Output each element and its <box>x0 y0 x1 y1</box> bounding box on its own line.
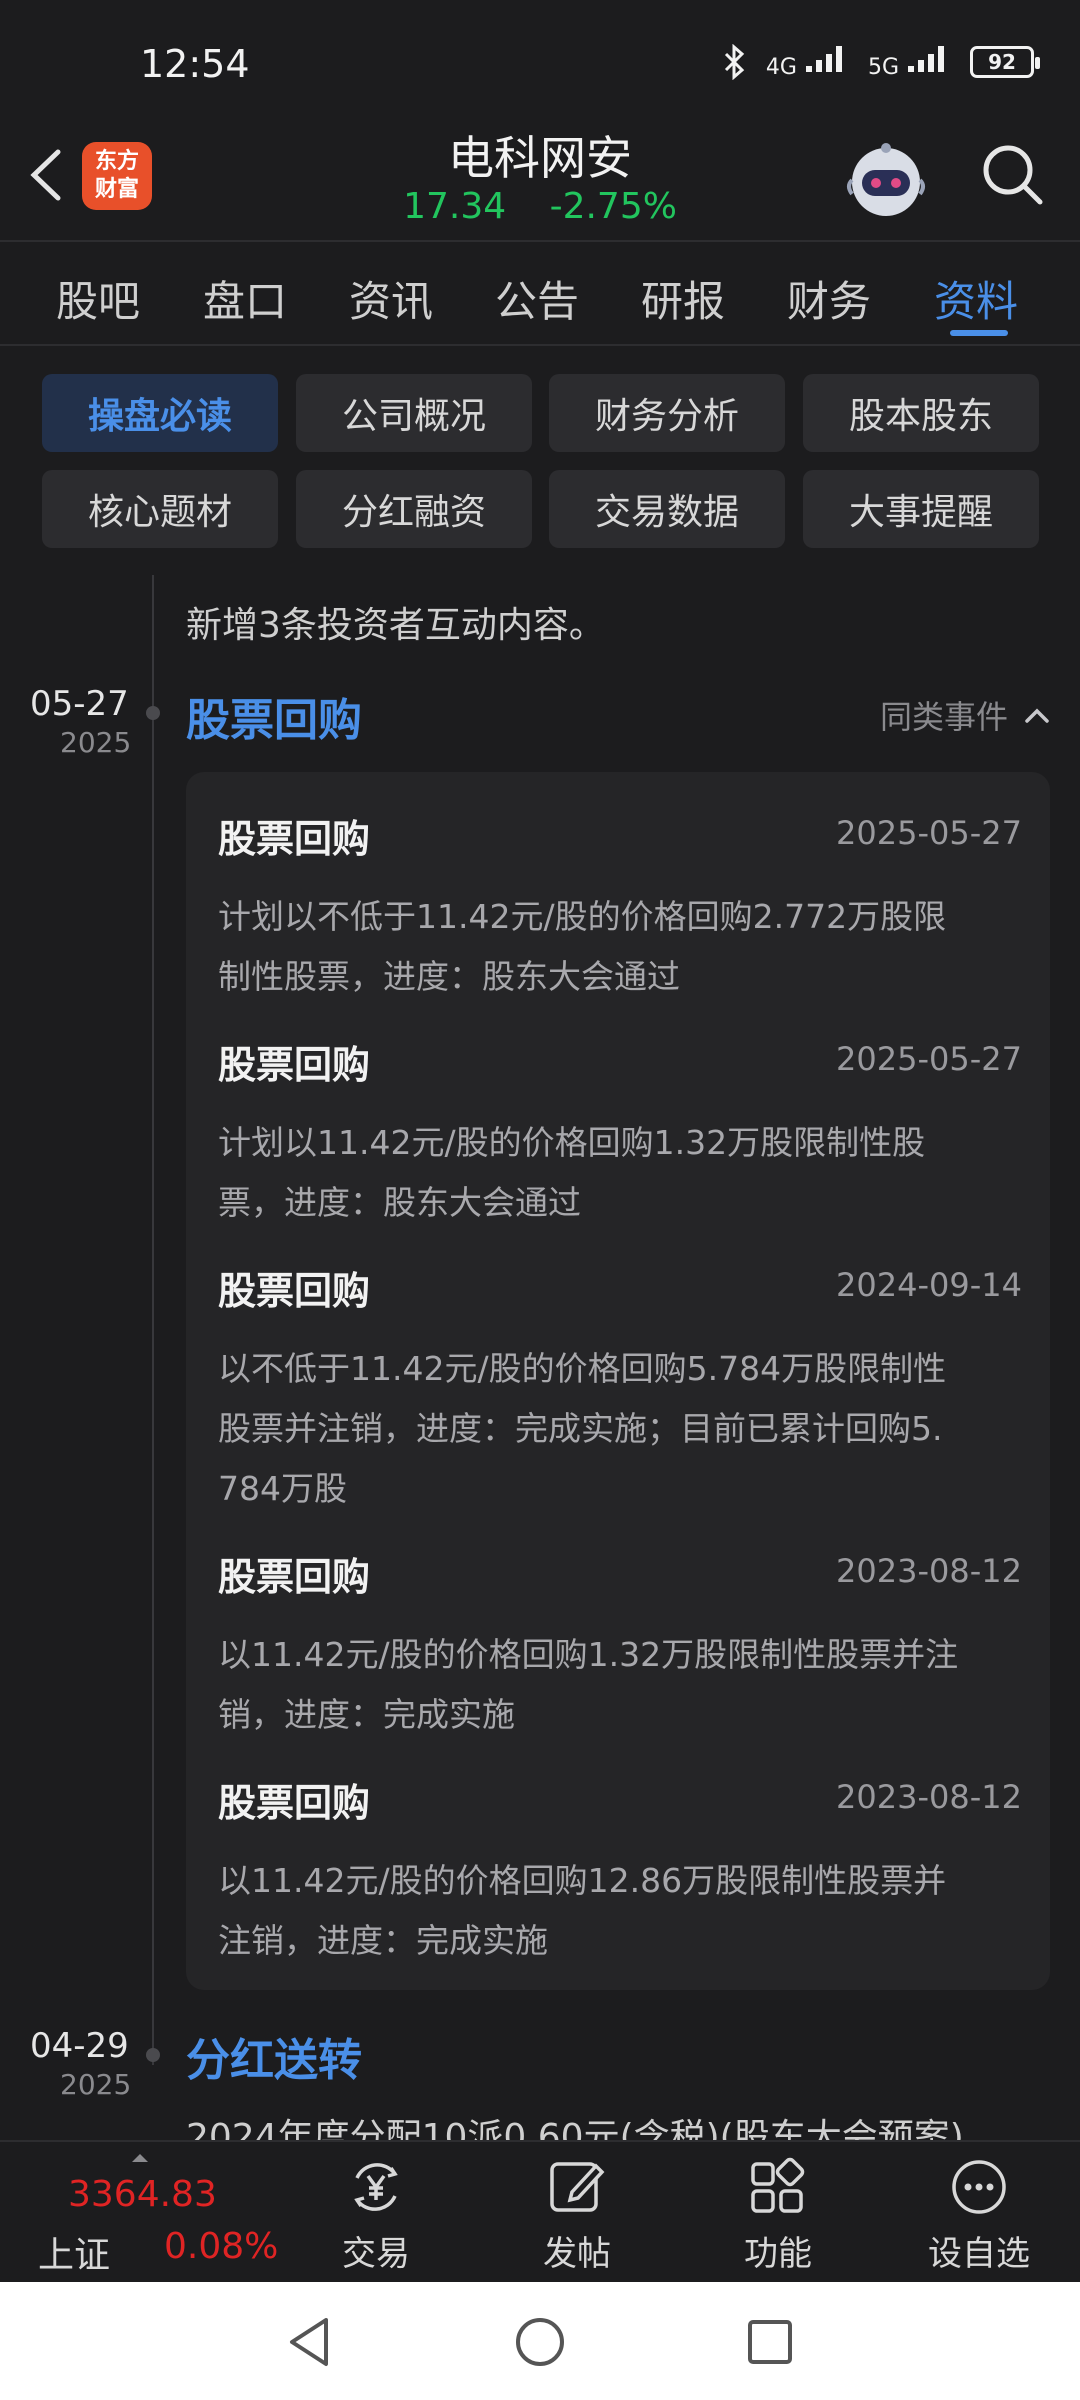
stock-change-pct: -2.75% <box>549 186 677 227</box>
event-year: 2025 <box>60 2068 132 2101</box>
functions-label: 功能 <box>744 2234 812 2274</box>
post-label: 发帖 <box>543 2234 611 2274</box>
event-date: 05-27 <box>30 684 129 724</box>
trade-yen-icon <box>354 2163 398 2211</box>
chevron-up-icon <box>1025 708 1049 723</box>
item-date: 2023-08-12 <box>836 1552 1022 1590</box>
chip-event-reminders[interactable]: 大事提醒 <box>803 470 1039 548</box>
desc-line: 股票并注销，进度：完成实施；目前已累计回购5. <box>218 1409 943 1448</box>
battery-icon: 92 <box>970 46 1040 78</box>
trade-button[interactable]: 交易 <box>306 2156 446 2275</box>
tab-gonggao[interactable]: 公告 <box>495 268 579 329</box>
tab-zixun[interactable]: 资讯 <box>349 268 433 329</box>
system-nav-bar <box>0 2282 1080 2400</box>
list-item[interactable]: 股票回购 2023-08-12 以11.42元/股的价格回购1.32万股限制性股… <box>218 1546 1022 1745</box>
interaction-notice: 新增3条投资者互动内容。 <box>186 605 605 646</box>
chip-core-themes[interactable]: 核心题材 <box>42 470 278 548</box>
item-description: 计划以不低于11.42元/股的价格回购2.772万股限 制性股票，进度：股东大会… <box>218 887 1022 1007</box>
desc-line: 以不低于11.42元/股的价格回购5.784万股限制性 <box>218 1349 947 1388</box>
tab-yanbao[interactable]: 研报 <box>641 268 725 329</box>
list-item[interactable]: 股票回购 2023-08-12 以11.42元/股的价格回购12.86万股限制性… <box>218 1772 1022 1971</box>
item-date: 2023-08-12 <box>836 1778 1022 1816</box>
stock-price: 17.34 <box>403 186 507 227</box>
nav-recents-icon[interactable] <box>740 2312 800 2372</box>
chip-dividend-financing[interactable]: 分红融资 <box>296 470 532 548</box>
desc-line: 票，进度：股东大会通过 <box>218 1183 581 1222</box>
nav-back-icon[interactable] <box>280 2312 340 2372</box>
desc-line: 以11.42元/股的价格回购12.86万股限制性股票并 <box>218 1861 947 1900</box>
tab-caiwu[interactable]: 财务 <box>787 268 871 329</box>
add-watchlist-button[interactable]: 设自选 <box>909 2156 1049 2275</box>
battery-level: 92 <box>988 50 1016 74</box>
grid-icon <box>751 2157 805 2213</box>
event-year: 2025 <box>60 726 132 759</box>
active-tab-indicator <box>950 330 1008 336</box>
functions-button[interactable]: 功能 <box>708 2156 848 2275</box>
event-category-title[interactable]: 分红送转 <box>186 2024 362 2088</box>
chip-financial-analysis[interactable]: 财务分析 <box>549 374 785 452</box>
desc-line: 计划以11.42元/股的价格回购1.32万股限制性股 <box>218 1123 926 1162</box>
index-value[interactable]: 3364.83 <box>68 2174 217 2215</box>
timeline-dot <box>146 706 160 720</box>
index-name[interactable]: 上证 <box>38 2226 110 2278</box>
chip-trading-data[interactable]: 交易数据 <box>549 470 785 548</box>
tab-guba[interactable]: 股吧 <box>56 268 140 329</box>
robot-assistant-icon[interactable] <box>842 136 930 224</box>
caret-up-icon <box>132 2154 148 2162</box>
event-date: 04-29 <box>30 2026 129 2066</box>
desc-line: 注销，进度：完成实施 <box>218 1921 548 1960</box>
status-bar: 12:54 4G 5G 92 <box>0 0 1080 130</box>
timeline-dot <box>146 2048 160 2062</box>
repurchase-events-card: 股票回购 2025-05-27 计划以不低于11.42元/股的价格回购2.772… <box>186 772 1050 1990</box>
desc-line: 784万股 <box>218 1469 347 1508</box>
trade-label: 交易 <box>342 2234 410 2274</box>
chip-shareholders[interactable]: 股本股东 <box>803 374 1039 452</box>
desc-line: 以11.42元/股的价格回购1.32万股限制性股票并注 <box>218 1635 959 1674</box>
signal-5g-icon: 5G <box>868 44 952 80</box>
signal-5g-label: 5G <box>867 55 899 80</box>
desc-line: 制性股票，进度：股东大会通过 <box>218 957 680 996</box>
desc-line: 计划以不低于11.42元/股的价格回购2.772万股限 <box>218 897 947 936</box>
list-item[interactable]: 股票回购 2024-09-14 以不低于11.42元/股的价格回购5.784万股… <box>218 1260 1022 1519</box>
add-watchlist-label: 设自选 <box>928 2234 1030 2274</box>
chip-company-overview[interactable]: 公司概况 <box>296 374 532 452</box>
bluetooth-icon <box>724 44 745 80</box>
item-description: 计划以11.42元/股的价格回购1.32万股限制性股 票，进度：股东大会通过 <box>218 1113 1022 1233</box>
event-category-title[interactable]: 股票回购 <box>186 684 362 748</box>
signal-4g-icon: 4G <box>766 44 850 80</box>
header-divider <box>0 240 1080 242</box>
tab-pankou[interactable]: 盘口 <box>203 268 287 329</box>
post-button[interactable]: 发帖 <box>507 2156 647 2275</box>
chip-caopan[interactable]: 操盘必读 <box>42 374 278 452</box>
desc-line: 销，进度：完成实施 <box>218 1695 515 1734</box>
signal-4g-label: 4G <box>765 55 797 80</box>
tab-ziliao[interactable]: 资料 <box>934 268 1018 329</box>
timeline-line <box>152 575 154 2065</box>
item-description: 以11.42元/股的价格回购12.86万股限制性股票并 注销，进度：完成实施 <box>218 1851 1022 1971</box>
item-date: 2024-09-14 <box>836 1266 1022 1304</box>
edit-icon <box>550 2162 605 2212</box>
item-description: 以11.42元/股的价格回购1.32万股限制性股票并注 销，进度：完成实施 <box>218 1625 1022 1745</box>
list-item[interactable]: 股票回购 2025-05-27 计划以不低于11.42元/股的价格回购2.772… <box>218 808 1022 1007</box>
item-description: 以不低于11.42元/股的价格回购5.784万股限制性 股票并注销，进度：完成实… <box>218 1339 1022 1519</box>
status-icons: 4G 5G 92 <box>722 44 1040 80</box>
search-icon[interactable] <box>978 140 1048 210</box>
similar-events-label: 同类事件 <box>879 698 1008 736</box>
item-date: 2025-05-27 <box>836 814 1022 852</box>
tabs-divider <box>0 344 1080 346</box>
similar-events-toggle[interactable]: 同类事件 <box>880 692 1052 738</box>
list-item[interactable]: 股票回购 2025-05-27 计划以11.42元/股的价格回购1.32万股限制… <box>218 1034 1022 1233</box>
bottom-toolbar: 3364.83 上证 0.08% 交易 发帖 功能 设自选 <box>0 2140 1080 2282</box>
index-change[interactable]: 0.08% <box>164 2226 278 2267</box>
nav-home-icon[interactable] <box>510 2312 570 2372</box>
tab-bar: 股吧 盘口 资讯 公告 研报 财务 资料 <box>0 244 1080 344</box>
status-time: 12:54 <box>140 42 250 86</box>
item-date: 2025-05-27 <box>836 1040 1022 1078</box>
more-dots-icon <box>952 2160 1006 2214</box>
